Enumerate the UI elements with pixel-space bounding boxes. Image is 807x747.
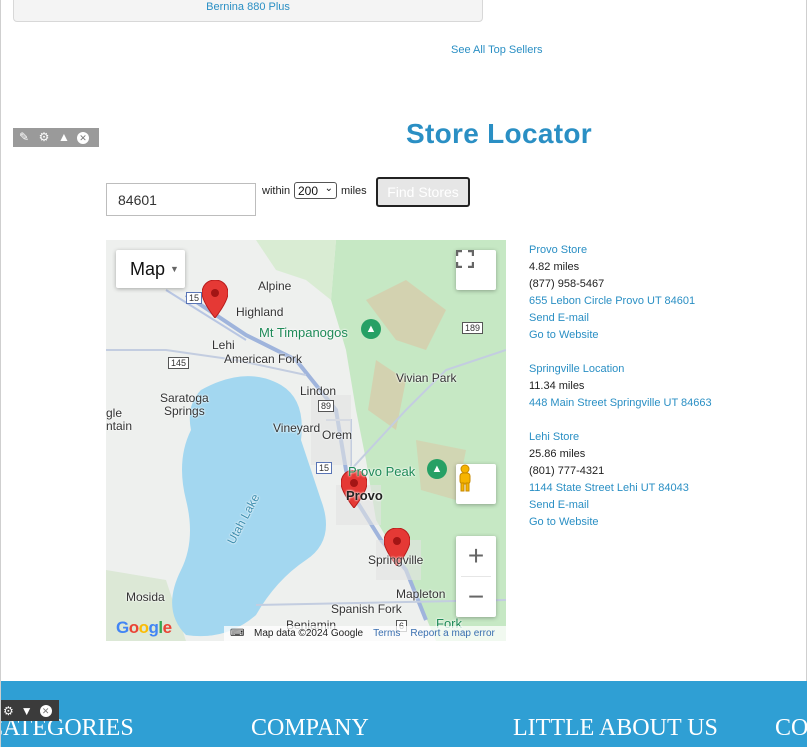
park-icon: ▲ bbox=[427, 459, 447, 479]
footer-heading-contact: CONTACT bbox=[775, 715, 807, 741]
close-icon[interactable]: ✕ bbox=[39, 704, 52, 717]
caret-down-icon: ▼ bbox=[170, 264, 179, 274]
zoom-control: + − bbox=[456, 536, 496, 617]
caret-down-icon[interactable]: ▼ bbox=[21, 704, 33, 718]
within-label: within bbox=[262, 185, 291, 197]
fullscreen-button[interactable] bbox=[456, 250, 496, 290]
map-attribution-bar: ⌨ Map data ©2024 Google Terms Report a m… bbox=[224, 626, 506, 641]
google-logo: Google bbox=[116, 618, 172, 637]
highway-shield: 145 bbox=[168, 357, 190, 369]
site-footer: CATEGORIES COMPANY LITTLE ABOUT US CONTA… bbox=[1, 681, 807, 747]
pencil-icon[interactable]: ✎ bbox=[17, 128, 31, 147]
store-phone: (801) 777-4321 bbox=[529, 465, 605, 477]
map-label: Highland bbox=[236, 305, 284, 319]
map-attribution: Map data ©2024 Google bbox=[254, 628, 364, 639]
gear-icon[interactable]: ⚙ bbox=[37, 128, 51, 147]
map-label: Lindon bbox=[300, 384, 337, 398]
map-label: Vivian Park bbox=[396, 371, 457, 385]
park-icon: ▲ bbox=[361, 319, 381, 339]
store-address-link[interactable]: 448 Main Street Springville UT 84663 bbox=[529, 395, 799, 412]
store-result: Lehi Store 25.86 miles (801) 777-4321 11… bbox=[529, 429, 799, 531]
map-label: Saratoga bbox=[160, 391, 209, 405]
gear-icon[interactable]: ⚙ bbox=[3, 704, 14, 718]
store-address-link[interactable]: 1144 State Street Lehi UT 84043 bbox=[529, 480, 799, 497]
radius-select[interactable]: 200 ⌄ bbox=[294, 182, 337, 199]
map-label: Orem bbox=[322, 428, 352, 442]
pegman-icon bbox=[459, 464, 471, 492]
send-email-link[interactable]: Send E-mail bbox=[529, 310, 799, 327]
chevron-down-icon: ⌄ bbox=[324, 183, 333, 194]
module-edit-toolbar: ✎ ⚙ ▲ ✕ bbox=[13, 128, 99, 147]
report-map-error-link[interactable]: Report a map error bbox=[410, 628, 494, 639]
top-seller-item-link[interactable]: Bernina 880 Plus bbox=[14, 1, 482, 13]
zoom-out-icon[interactable]: − bbox=[456, 577, 496, 617]
footer-heading-about: LITTLE ABOUT US bbox=[513, 715, 718, 741]
store-distance: 25.86 miles bbox=[529, 448, 586, 460]
street-view-button[interactable] bbox=[456, 464, 496, 504]
store-result: Springville Location 11.34 miles 448 Mai… bbox=[529, 361, 799, 412]
map-label: Lehi bbox=[212, 338, 235, 352]
map-label: Provo bbox=[346, 488, 383, 503]
highway-shield: 189 bbox=[462, 322, 484, 334]
footer-edit-toolbar: ⚙ ▼ ✕ bbox=[1, 700, 59, 721]
map-label: Vineyard bbox=[273, 421, 321, 435]
highway-shield: 15 bbox=[186, 292, 203, 304]
terms-link[interactable]: Terms bbox=[373, 628, 400, 639]
map-base-layer bbox=[106, 240, 506, 641]
map-label: ntain bbox=[106, 419, 133, 433]
store-name-link[interactable]: Springville Location bbox=[529, 361, 799, 378]
store-address-link[interactable]: 655 Lebon Circle Provo UT 84601 bbox=[529, 293, 799, 310]
top-seller-card: Bernina 880 Plus bbox=[13, 0, 483, 22]
store-results-list: Provo Store 4.82 miles (877) 958-5467 65… bbox=[529, 242, 799, 548]
highway-shield: 15 bbox=[316, 462, 333, 474]
map-label: Mt Timpanogos bbox=[259, 325, 348, 340]
store-distance: 11.34 miles bbox=[529, 380, 585, 392]
keyboard-icon[interactable]: ⌨ bbox=[230, 628, 244, 639]
miles-label: miles bbox=[341, 185, 367, 197]
radius-value: 200 bbox=[298, 183, 319, 198]
close-icon[interactable]: ✕ bbox=[77, 131, 89, 144]
map-label: American Fork bbox=[224, 352, 303, 366]
highway-shield: 89 bbox=[318, 400, 335, 412]
map-label: Springville bbox=[368, 553, 424, 567]
map-label: Provo Peak bbox=[348, 464, 416, 479]
page-title: Store Locator bbox=[406, 118, 592, 149]
fullscreen-icon bbox=[456, 250, 474, 268]
find-stores-button[interactable]: Find Stores bbox=[376, 177, 470, 207]
store-name-link[interactable]: Provo Store bbox=[529, 242, 799, 259]
store-result: Provo Store 4.82 miles (877) 958-5467 65… bbox=[529, 242, 799, 344]
footer-heading-company: COMPANY bbox=[251, 715, 369, 741]
map-label: Spanish Fork bbox=[331, 602, 402, 616]
store-distance: 4.82 miles bbox=[529, 261, 580, 273]
map-label: Mapleton bbox=[396, 587, 446, 601]
map-label: Mosida bbox=[126, 590, 165, 604]
map-label: Springs bbox=[164, 404, 205, 418]
send-email-link[interactable]: Send E-mail bbox=[529, 497, 799, 514]
map-pin-icon[interactable] bbox=[202, 280, 228, 318]
zoom-in-icon[interactable]: + bbox=[456, 536, 496, 576]
go-to-website-link[interactable]: Go to Website bbox=[529, 514, 799, 531]
caret-up-icon[interactable]: ▲ bbox=[57, 128, 71, 147]
go-to-website-link[interactable]: Go to Website bbox=[529, 327, 799, 344]
map-label: gle bbox=[106, 406, 123, 420]
store-phone: (877) 958-5467 bbox=[529, 278, 605, 290]
map-type-label: Map bbox=[130, 258, 166, 279]
store-name-link[interactable]: Lehi Store bbox=[529, 429, 799, 446]
see-all-top-sellers-link[interactable]: See All Top Sellers bbox=[451, 44, 543, 56]
map-type-button[interactable]: Map ▼ bbox=[116, 250, 185, 288]
store-map[interactable]: Alpine Highland Mt Timpanogos Lehi Ameri… bbox=[106, 240, 506, 641]
zip-code-input[interactable] bbox=[106, 183, 256, 216]
map-label: Alpine bbox=[258, 279, 292, 293]
